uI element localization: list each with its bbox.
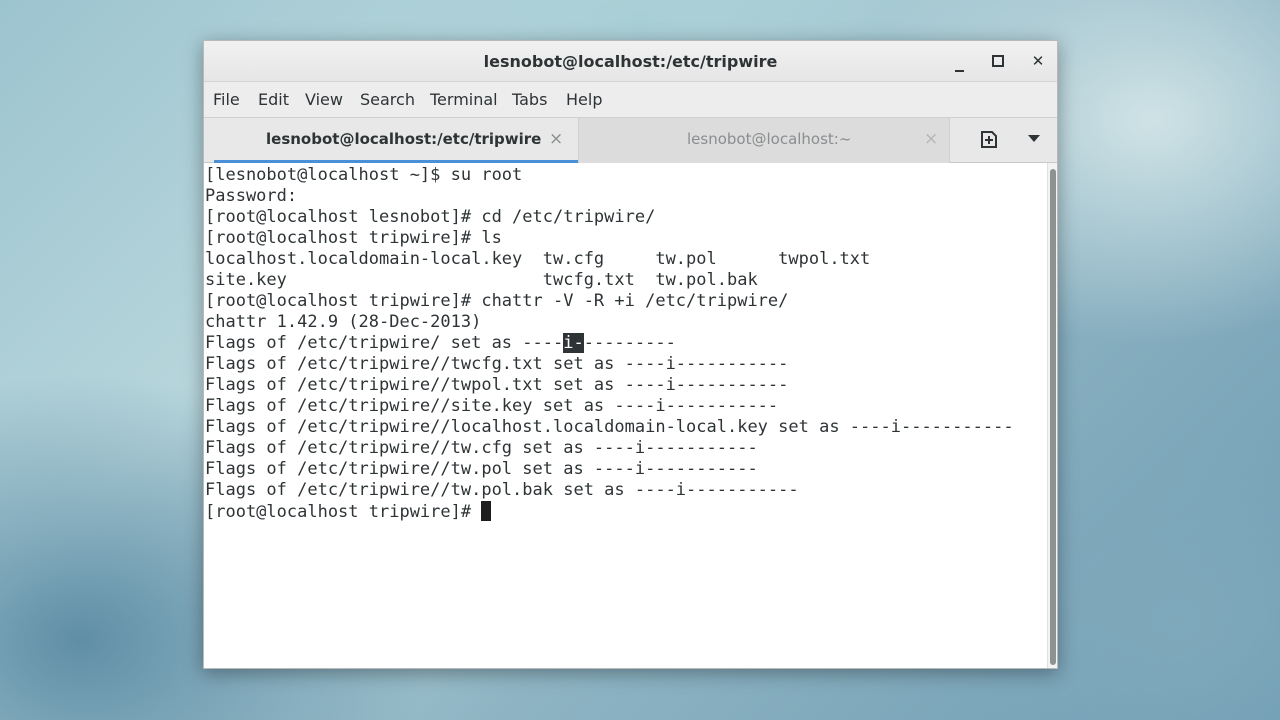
terminal-line: Flags of /etc/tripwire//twpol.txt set as… (205, 375, 789, 395)
terminal-line: [root@localhost tripwire]# chattr -V -R … (205, 291, 789, 311)
terminal-line: Password: (205, 186, 298, 206)
terminal-line: site.key twcfg.txt tw.pol.bak (205, 270, 758, 290)
terminal-line: [root@localhost lesnobot]# cd /etc/tripw… (205, 207, 656, 227)
new-tab-icon (981, 131, 997, 148)
terminal-line: Flags of /etc/tripwire//tw.cfg set as --… (205, 438, 758, 458)
new-tab-button[interactable] (978, 129, 1000, 151)
title-bar[interactable]: lesnobot@localhost:/etc/tripwire ✕ (204, 41, 1057, 82)
terminal-line: chattr 1.42.9 (28-Dec-2013) (205, 312, 482, 332)
menu-help[interactable]: Help (566, 90, 602, 109)
terminal-output[interactable]: [lesnobot@localhost ~]$ su root Password:… (204, 163, 1047, 668)
menu-file[interactable]: File (213, 90, 240, 109)
terminal-line-suffix: --------- (583, 333, 676, 353)
scrollbar-thumb[interactable] (1050, 169, 1056, 665)
close-icon: ✕ (1031, 52, 1045, 70)
terminal-window: lesnobot@localhost:/etc/tripwire ✕ File … (203, 40, 1058, 669)
minimize-icon (954, 70, 964, 72)
terminal-line: [root@localhost tripwire]# ls (205, 228, 502, 248)
close-button[interactable]: ✕ (1027, 50, 1049, 72)
menu-tabs[interactable]: Tabs (512, 90, 547, 109)
tab-label: lesnobot@localhost:~ (687, 130, 852, 148)
terminal-line: Flags of /etc/tripwire//site.key set as … (205, 396, 779, 416)
text-cursor (481, 501, 492, 521)
menu-edit[interactable]: Edit (258, 90, 289, 109)
maximize-icon (992, 55, 1004, 67)
terminal-line: Flags of /etc/tripwire//tw.pol set as --… (205, 459, 758, 479)
terminal-line: Flags of /etc/tripwire//localhost.locald… (205, 417, 1014, 437)
terminal-prompt: [root@localhost tripwire]# (205, 502, 482, 522)
chevron-down-icon[interactable] (1028, 135, 1040, 142)
tab-tripwire[interactable]: lesnobot@localhost:/etc/tripwire × (214, 118, 578, 163)
terminal-line: Flags of /etc/tripwire//twcfg.txt set as… (205, 354, 789, 374)
minimize-button[interactable] (948, 50, 970, 72)
tab-bar: lesnobot@localhost:/etc/tripwire × lesno… (204, 117, 1057, 163)
menu-terminal[interactable]: Terminal (430, 90, 498, 109)
maximize-button[interactable] (987, 50, 1009, 72)
terminal-line: localhost.localdomain-local.key tw.cfg t… (205, 249, 871, 269)
tab-close-icon[interactable]: × (924, 128, 938, 150)
terminal-line-prefix: Flags of /etc/tripwire/ set as ---- (205, 333, 564, 353)
terminal-line: Flags of /etc/tripwire//tw.pol.bak set a… (205, 480, 799, 500)
menu-search[interactable]: Search (360, 90, 415, 109)
tab-close-icon[interactable]: × (549, 128, 563, 150)
menu-bar: File Edit View Search Terminal Tabs Help (204, 82, 1057, 117)
terminal-line: [lesnobot@localhost ~]$ su root (205, 165, 523, 185)
vertical-scrollbar[interactable] (1047, 163, 1057, 668)
menu-view[interactable]: View (305, 90, 343, 109)
terminal-text: [lesnobot@localhost ~]$ su root Password:… (205, 165, 1014, 522)
terminal-prompt-line: [root@localhost tripwire]# (205, 501, 1014, 522)
tab-label: lesnobot@localhost:/etc/tripwire (266, 130, 542, 148)
terminal-line-selected: Flags of /etc/tripwire/ set as ----i----… (205, 333, 1014, 354)
tab-home[interactable]: lesnobot@localhost:~ × (578, 118, 950, 163)
text-selection[interactable]: i- (563, 333, 584, 353)
window-title: lesnobot@localhost:/etc/tripwire (483, 52, 778, 71)
